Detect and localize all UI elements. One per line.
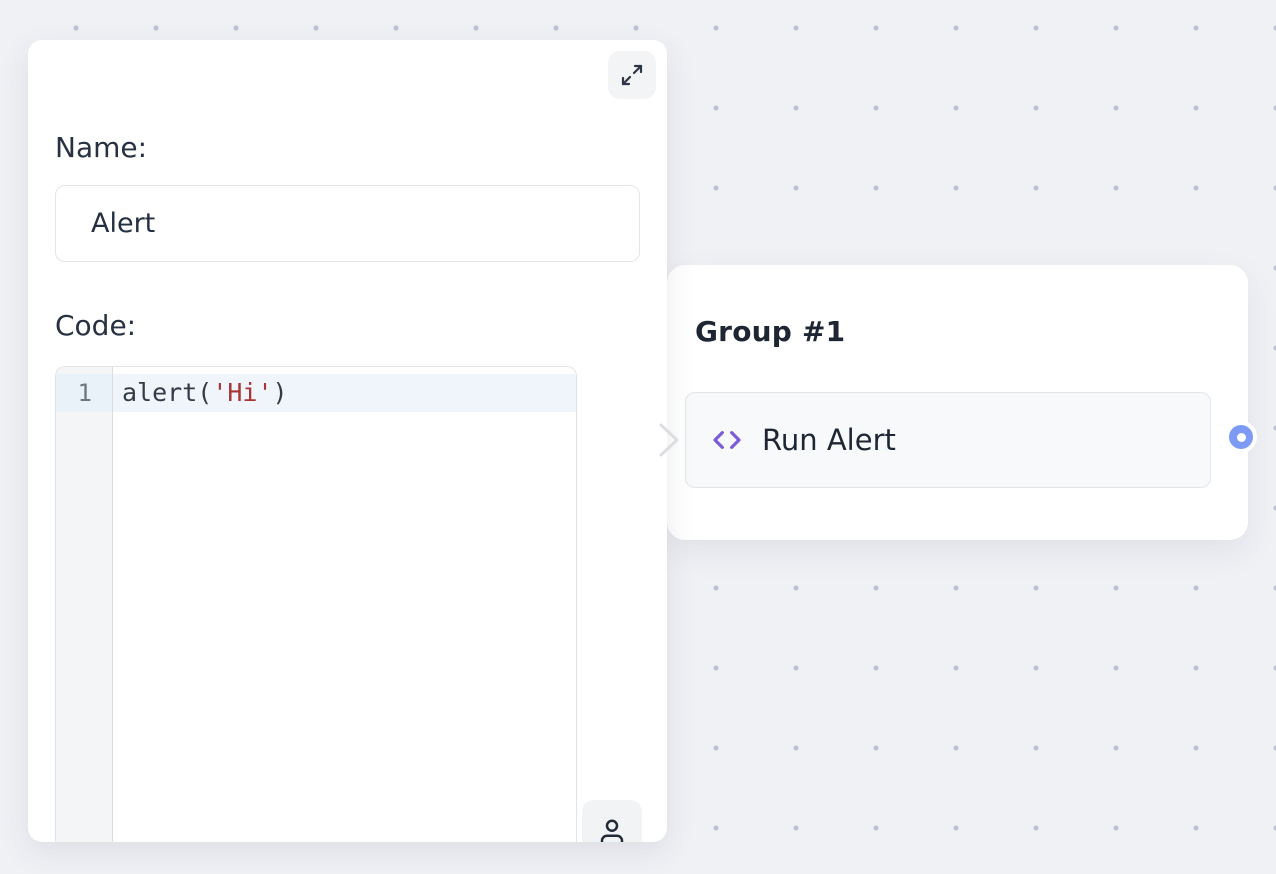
group-title: Group #1 xyxy=(695,315,845,348)
code-editor-gutter: 1 xyxy=(56,367,113,842)
code-editor[interactable]: 1 alert('Hi') xyxy=(55,366,577,842)
name-input[interactable] xyxy=(55,185,640,262)
node-label: Run Alert xyxy=(762,423,896,457)
code-icon xyxy=(711,424,743,456)
code-line: alert('Hi') xyxy=(113,374,576,412)
editor-panel: Name: Code: 1 alert('Hi') xyxy=(28,40,667,842)
user-button[interactable] xyxy=(582,800,642,842)
string-token: 'Hi' xyxy=(212,378,272,407)
expand-button[interactable] xyxy=(608,51,656,99)
connection-handle[interactable] xyxy=(1229,425,1253,449)
person-icon xyxy=(597,817,627,842)
code-token: alert( xyxy=(122,378,212,407)
node-run-alert[interactable]: Run Alert xyxy=(685,392,1211,488)
code-token: ) xyxy=(273,378,288,407)
group-card[interactable]: Group #1 Run Alert xyxy=(667,265,1248,540)
line-number: 1 xyxy=(56,374,112,412)
code-editor-content[interactable]: alert('Hi') xyxy=(113,367,576,842)
connection-handle-hole xyxy=(1237,433,1246,442)
code-label: Code: xyxy=(55,306,640,346)
expand-diagonal-icon xyxy=(620,63,644,87)
name-label: Name: xyxy=(55,128,640,168)
flow-canvas[interactable]: Group #1 Run Alert xyxy=(0,0,1276,874)
